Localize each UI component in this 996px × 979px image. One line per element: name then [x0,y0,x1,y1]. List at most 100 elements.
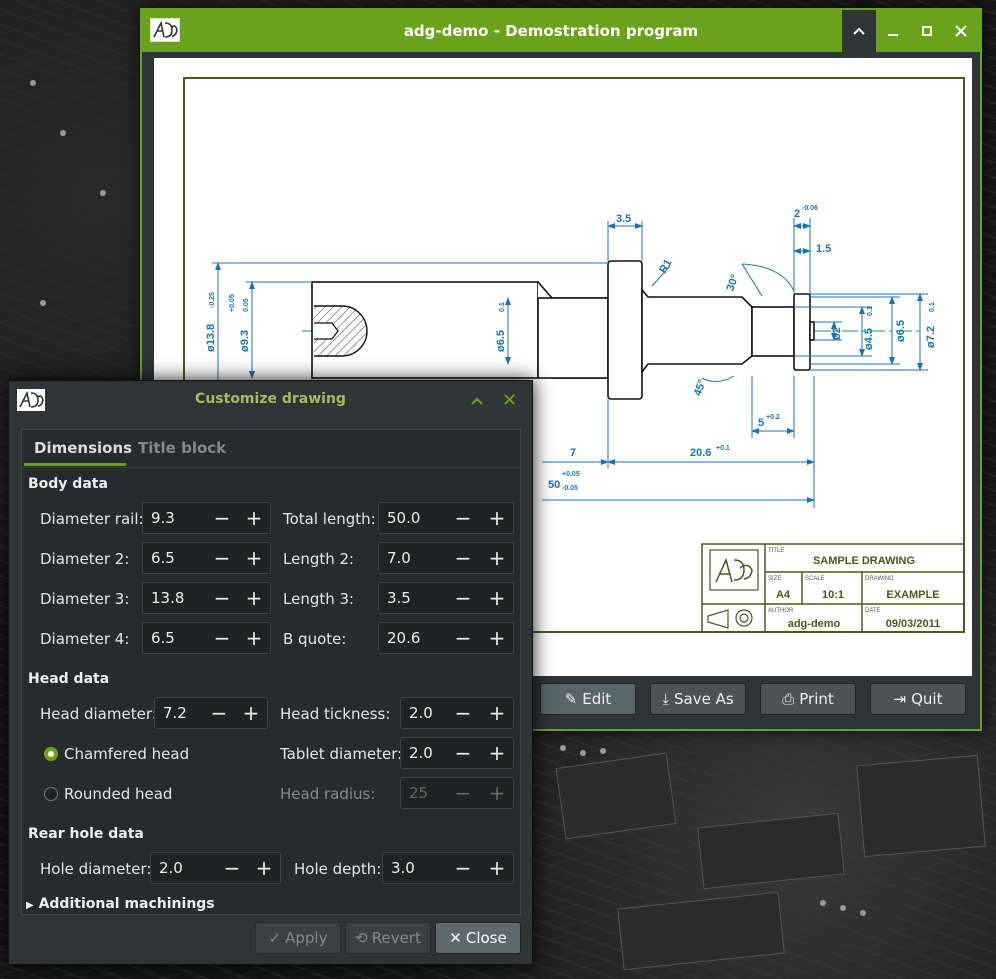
dim-d7.2: ø7.2 [925,326,937,348]
dim-d13.8: ø13.8 [205,324,217,352]
total-length-label: Total length: [283,510,376,528]
svg-text:DATE: DATE [865,608,881,614]
drawing-number: EXAMPLE [886,589,939,601]
diameter-2-label: Diameter 2: [40,550,130,568]
close-window-button[interactable] [944,10,978,52]
svg-text:0.1: 0.1 [499,302,506,312]
increment-button[interactable]: + [481,503,513,533]
head-diameter-spin[interactable]: 7.2 − + [154,697,268,729]
decrement-button[interactable]: − [447,623,479,653]
tab-title-block[interactable]: Title block [138,439,226,457]
head-radius-label: Head radius: [280,785,376,803]
dim-phi2: ø2 [831,327,843,340]
dim-7: 7 [570,447,576,459]
increment-button[interactable]: + [238,503,270,533]
minimize-button[interactable] [876,10,910,52]
head-radius-spin: 25 − + [400,777,514,809]
decrement-button[interactable]: − [447,853,479,883]
length-3-spin[interactable]: 3.5 − + [378,582,514,614]
revert-icon: ⟲ [355,929,368,947]
increment-button[interactable]: + [238,623,270,653]
diameter-4-spin[interactable]: 6.5 − + [142,622,271,654]
decrement-button[interactable]: − [447,738,479,768]
decrement-button[interactable]: − [206,543,238,573]
hole-diameter-label: Hole diameter: [40,860,152,878]
window-title: adg-demo - Demostration program [403,22,699,40]
dialog-title-bar: Customize drawing [9,381,532,419]
edit-button[interactable]: ✎ Edit [540,683,636,715]
svg-text:+0.05: +0.05 [229,294,236,312]
rounded-head-label[interactable]: Rounded head [64,785,172,803]
keep-above-button[interactable] [471,391,483,409]
head-tickness-label: Head tickness: [280,705,391,723]
rounded-head-radio[interactable] [44,787,58,801]
decrement-button[interactable]: − [447,583,479,613]
length-3-label: Length 3: [283,590,355,608]
drawing-title: SAMPLE DRAWING [813,555,915,567]
svg-text:TITLE: TITLE [768,548,784,554]
drawing-date: 09/03/2011 [886,618,940,630]
increment-button[interactable]: + [481,583,513,613]
diameter-rail-spin[interactable]: 9.3 − + [142,502,271,534]
quit-button[interactable]: ⇥ Quit [870,683,966,715]
hole-diameter-spin[interactable]: 2.0 − + [150,852,281,884]
increment-button[interactable]: + [481,738,513,768]
diameter-2-spin[interactable]: 6.5 − + [142,542,271,574]
tablet-diameter-spin[interactable]: 2.0 − + [400,737,514,769]
circuit-chip [697,812,845,890]
drawing-size: A4 [776,589,791,601]
circuit-chip [856,754,986,858]
chamfered-head-label[interactable]: Chamfered head [64,745,189,763]
svg-text:0.1: 0.1 [867,306,874,316]
keep-above-button[interactable] [842,10,876,52]
diameter-3-spin[interactable]: 13.8 − + [142,582,271,614]
increment-button[interactable]: + [481,543,513,573]
circuit-chip [617,891,785,971]
tab-dimensions[interactable]: Dimensions [34,439,132,457]
dim-5: 5 [758,417,764,429]
dim-30deg: 30° [724,273,741,293]
print-button[interactable]: ⎙ Print [760,683,856,715]
decrement-button[interactable]: − [447,698,479,728]
b-quote-spin[interactable]: 20.6 − + [378,622,514,654]
maximize-button[interactable] [910,10,944,52]
head-tickness-spin[interactable]: 2.0 − + [400,697,514,729]
pencil-icon: ✎ [564,690,578,708]
close-dialog-icon[interactable] [504,391,515,409]
chamfered-head-radio[interactable] [44,747,58,761]
decrement-button[interactable]: − [206,583,238,613]
decrement-button[interactable]: − [206,623,238,653]
save-as-button[interactable]: ⤓ Save As [650,683,746,715]
decrement-button[interactable]: − [203,698,235,728]
increment-button[interactable]: + [248,853,280,883]
length-2-spin[interactable]: 7.0 − + [378,542,514,574]
svg-text:+0.2: +0.2 [766,414,780,421]
save-icon: ⤓ [662,690,669,708]
dim-3.5: 3.5 [616,213,631,225]
increment-button[interactable]: + [481,698,513,728]
dim-d9.3: ø9.3 [239,330,251,352]
decrement-button[interactable]: − [447,503,479,533]
increment-button[interactable]: + [481,623,513,653]
dim-2: 2 [794,208,800,220]
increment-button[interactable]: + [238,583,270,613]
hole-depth-label: Hole depth: [294,860,382,878]
increment-button[interactable]: + [238,543,270,573]
decrement-button[interactable]: − [206,503,238,533]
apply-button[interactable]: ✓ Apply [255,922,341,954]
dialog-content: Dimensions Title block Body data Diamete… [21,429,521,915]
decrement-button[interactable]: − [447,543,479,573]
revert-button[interactable]: ⟲ Revert [345,922,431,954]
diameter-4-label: Diameter 4: [40,630,130,648]
close-button[interactable]: ✕ Close [435,922,521,954]
total-length-spin[interactable]: 50.0 − + [378,502,514,534]
hole-depth-spin[interactable]: 3.0 − + [382,852,514,884]
additional-machinings-expander[interactable]: ▶ Additional machinings [26,896,215,912]
decrement-button[interactable]: − [216,853,248,883]
title-bar: adg-demo - Demostration program [142,10,980,52]
dim-20.6: 20.6 [690,447,711,459]
dim-50: 50 [548,479,560,491]
circuit-chip [555,752,677,840]
increment-button[interactable]: + [481,853,513,883]
increment-button[interactable]: + [235,698,267,728]
